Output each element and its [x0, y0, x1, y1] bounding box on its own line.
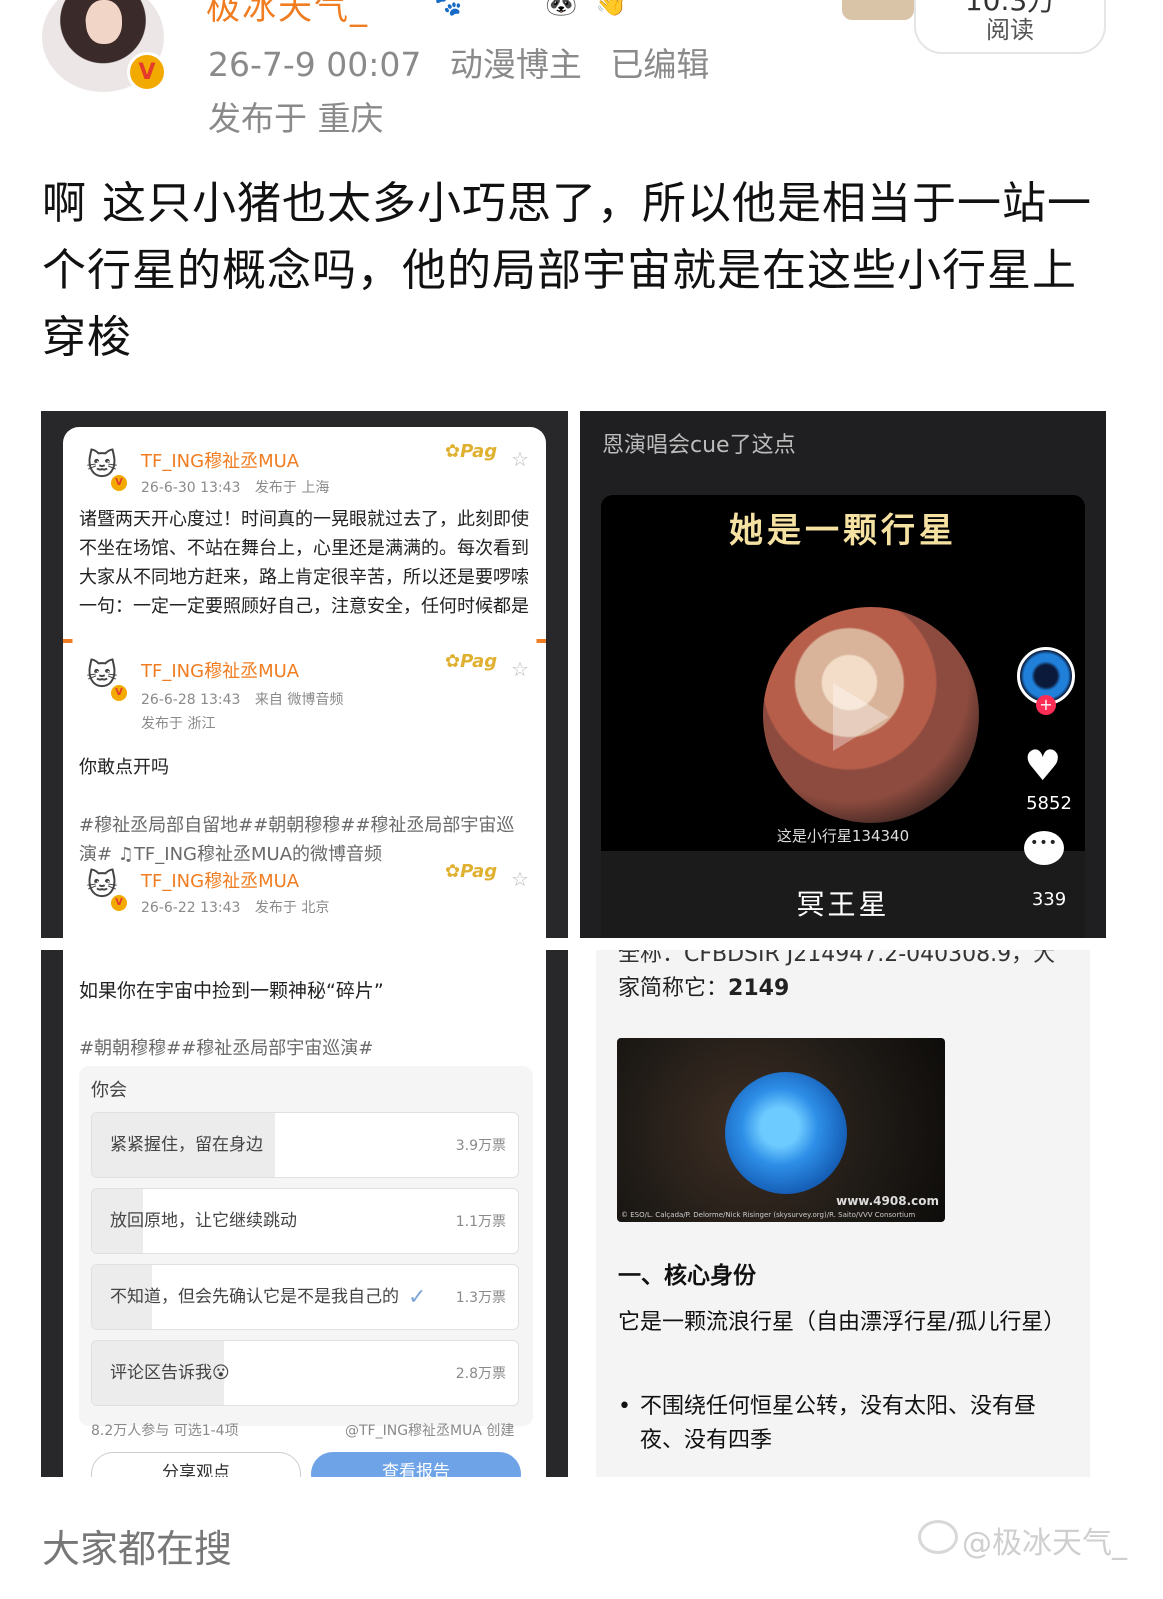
video-name: 冥王星: [796, 888, 890, 921]
username[interactable]: 极冰天气_: [206, 0, 369, 29]
watermark: @极冰天气_: [962, 1526, 1127, 1561]
post-meta: 26-6-22 13:43 发布于 北京: [141, 897, 339, 917]
star-icon[interactable]: ☆: [511, 657, 529, 681]
verified-badge-icon: V: [127, 52, 167, 92]
post-text: 啊 这只小猪也太多小巧思了，所以他是相当于一站一个行星的概念吗，他的局部宇宙就是…: [42, 178, 1092, 363]
video-page-title: 恩演唱会cue了这点: [602, 433, 796, 458]
poll-option[interactable]: 紧紧握住，留在身边 3.9万票: [91, 1112, 519, 1178]
post-source: 来自 微博音频: [254, 692, 344, 708]
poll-option-count: 1.3万票: [455, 1290, 506, 1306]
article-paragraph: 它是一颗流浪行星（自由漂浮行星/孤儿行星）: [618, 1310, 1066, 1335]
edited-label[interactable]: 已编辑: [610, 45, 709, 84]
poll-option-count: 3.9万票: [455, 1138, 506, 1154]
post-location: 发布于 重庆: [208, 99, 384, 138]
read-count: 10.3万: [964, 0, 1056, 17]
hand-icon: 👋: [595, 0, 628, 18]
follow-plus-icon[interactable]: +: [1036, 695, 1056, 715]
decoration-sticker-icon: ✿Pag: [445, 651, 498, 672]
read-count-pill: 10.3万 阅读: [914, 0, 1106, 54]
decoration-sticker-icon: ✿Pag: [445, 441, 498, 462]
image-credit: © ESO/L. Calçada/P. Delorme/Nick Risinge…: [621, 1211, 916, 1219]
post-time: 26-6-30 13:43: [141, 480, 241, 496]
avatar-face: [86, 0, 122, 44]
post-time: 26-6-22 13:43: [141, 900, 241, 916]
poll-card: 如果你在宇宙中捡到一颗神秘“碎片” #朝朝穆穆##穆祉丞局部宇宙巡演# 你会 紧…: [63, 950, 546, 1477]
panda-icon: 🐼: [545, 0, 578, 18]
read-label: 阅读: [986, 16, 1034, 44]
poll-prompt: 你会: [91, 1080, 127, 1101]
image-article[interactable]: 全称：CFBDSIR J214947.2-040308.9，大 家简称它：214…: [596, 950, 1090, 1477]
rogue-planet-image[interactable]: www.4908.com © ESO/L. Calçada/P. Delorme…: [617, 1038, 945, 1222]
short-name-prefix: 家简称它：: [618, 976, 729, 1001]
poll-option-label: 紧紧握住，留在身边: [110, 1135, 263, 1155]
poll-option-count: 1.1万票: [455, 1214, 506, 1230]
post-meta: 26-7-9 00:07 动漫博主 已编辑: [208, 38, 727, 86]
video-caption: 她是一颗行星: [729, 511, 957, 551]
star-icon[interactable]: ☆: [511, 867, 529, 891]
poll-question: 如果你在宇宙中捡到一颗神秘“碎片”: [79, 980, 384, 1002]
comment-icon[interactable]: [1024, 831, 1064, 865]
poll-option-label: 不知道，但会先确认它是不是我自己的: [110, 1287, 399, 1307]
view-report-button[interactable]: 查看报告: [311, 1452, 521, 1477]
star-icon[interactable]: ☆: [511, 447, 529, 471]
image-video-screenshot[interactable]: 恩演唱会cue了这点 她是一颗行星 这是小行星134340 冥王星 + ♥ 58…: [580, 411, 1106, 938]
verified-badge-icon: V: [111, 685, 127, 701]
post-author: TF_ING穆祉丞MUA: [141, 661, 300, 682]
verified-badge-icon: V: [111, 475, 127, 491]
poll-option[interactable]: 评论区告诉我😮 2.8万票: [91, 1340, 519, 1406]
post-location: 发布于 浙江: [141, 716, 216, 732]
post-body: 诸暨两天开心度过！时间真的一晃眼就过去了，此刻即使不坐在场馆、不站在舞台上，心里…: [79, 509, 529, 617]
article-heading: 一、核心身份: [618, 1263, 756, 1289]
short-name-value: 2149: [728, 976, 790, 1001]
verified-badge-icon: V: [111, 895, 127, 911]
decoration-sticker-icon: ✿Pag: [445, 861, 498, 882]
video-subtitle: 这是小行星134340: [776, 827, 910, 845]
post-meta: 26-6-30 13:43 发布于 上海: [141, 477, 339, 497]
checkmark-icon: ✓: [408, 1285, 427, 1310]
author-role: 动漫博主: [449, 45, 582, 84]
post-timestamp: 26-7-9 00:07: [208, 45, 422, 84]
share-opinion-button[interactable]: 分享观点: [91, 1452, 301, 1477]
article-cut-line: 全称：CFBDSIR J214947.2-040308.9，大: [618, 950, 1056, 967]
poll-option-label: 放回原地，让它继续跳动: [110, 1211, 297, 1231]
poll-participants: 8.2万人参与 可选1-4项: [91, 1423, 239, 1439]
weibo-logo-icon: [918, 1520, 958, 1554]
decoration-badge-icon: [842, 0, 914, 20]
comment-count: 339: [1031, 889, 1067, 910]
play-icon[interactable]: [833, 683, 889, 751]
poll-option[interactable]: 不知道，但会先确认它是不是我自己的 1.3万票 ✓: [91, 1264, 519, 1330]
post-author: TF_ING穆祉丞MUA: [141, 871, 300, 892]
post-body: 你敢点开吗: [79, 757, 169, 778]
image-watermark: www.4908.com: [836, 1194, 939, 1208]
video-player[interactable]: 她是一颗行星 这是小行星134340 冥王星: [601, 495, 1085, 938]
trending-section-title: 大家都在搜: [42, 1527, 233, 1571]
blue-planet: [725, 1072, 847, 1194]
divider: [63, 639, 546, 643]
post-source: 发布于 上海: [254, 480, 330, 496]
cat-sticker-icon: 🐾: [430, 0, 463, 18]
post-meta: 26-6-28 13:43 来自 微博音频: [141, 689, 353, 709]
image-poll[interactable]: 如果你在宇宙中捡到一颗神秘“碎片” #朝朝穆穆##穆祉丞局部宇宙巡演# 你会 紧…: [41, 950, 568, 1477]
poll-option[interactable]: 放回原地，让它继续跳动 1.1万票: [91, 1188, 519, 1254]
article-bullet: 不围绕任何恒星公转，没有太阳、没有昼夜、没有四季: [618, 1390, 1068, 1458]
post-time: 26-6-28 13:43: [141, 692, 241, 708]
article-short-name: 家简称它：2149: [618, 970, 789, 1002]
poll-creator[interactable]: @TF_ING穆祉丞MUA 创建: [345, 1420, 514, 1440]
poll-option-count: 2.8万票: [455, 1366, 506, 1382]
image-weibo-posts[interactable]: 🐱 V TF_ING穆祉丞MUA 26-6-30 13:43 发布于 上海 ✿P…: [41, 411, 568, 938]
poll-tags[interactable]: #朝朝穆穆##穆祉丞局部宇宙巡演#: [79, 1034, 373, 1060]
post-source: 发布于 北京: [254, 900, 330, 916]
weibo-posts-card: 🐱 V TF_ING穆祉丞MUA 26-6-30 13:43 发布于 上海 ✿P…: [63, 427, 546, 938]
like-heart-icon[interactable]: ♥: [1024, 741, 1062, 790]
like-count: 5852: [1026, 793, 1072, 814]
post-author: TF_ING穆祉丞MUA: [141, 451, 300, 472]
poll-option-label: 评论区告诉我😮: [110, 1363, 230, 1383]
